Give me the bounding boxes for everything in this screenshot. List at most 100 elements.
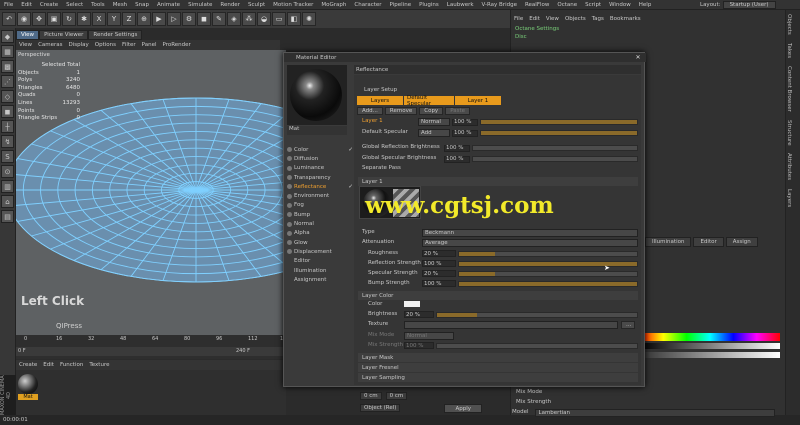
side-tab-objects[interactable]: Objects xyxy=(786,10,792,39)
floor-icon[interactable]: ▭ xyxy=(272,12,286,26)
channel-displacement[interactable]: Displacement xyxy=(287,247,353,256)
obj-menu-edit[interactable]: Edit xyxy=(526,16,543,22)
channel-assignment[interactable]: Assignment xyxy=(287,275,353,284)
side-tab-content-browser[interactable]: Content Browser xyxy=(786,62,792,116)
mm-menu-edit[interactable]: Edit xyxy=(40,362,57,368)
tab-picture-viewer[interactable]: Picture Viewer xyxy=(39,30,89,40)
array-icon[interactable]: ⁂ xyxy=(242,12,256,26)
layer-mask-section[interactable]: Layer Mask xyxy=(358,353,638,362)
viewport-menu-panel[interactable]: Panel xyxy=(139,42,160,48)
menu-select[interactable]: Select xyxy=(62,2,87,8)
default-specular-strength-field[interactable]: 100 % xyxy=(452,129,478,137)
obj-menu-tags[interactable]: Tags xyxy=(589,16,607,22)
camera-icon[interactable]: ◧ xyxy=(287,12,301,26)
viewport-menu-options[interactable]: Options xyxy=(92,42,119,48)
layer-color-section-header[interactable]: Layer Color xyxy=(358,291,638,300)
tab-assign[interactable]: Assign xyxy=(725,237,758,247)
polygons-mode-icon[interactable]: ◼ xyxy=(1,105,14,118)
global-reflection-brightness-field[interactable]: 100 % xyxy=(444,144,470,152)
render-view-icon[interactable]: ▶ xyxy=(152,12,166,26)
bump-strength-field[interactable]: 100 % xyxy=(422,280,456,287)
material-label[interactable]: Mat xyxy=(18,394,38,400)
layer-1-name[interactable]: Layer 1 xyxy=(362,118,383,124)
tab-render-settings[interactable]: Render Settings xyxy=(88,30,143,40)
render-settings-icon[interactable]: ⚙ xyxy=(182,12,196,26)
material-editor-title[interactable]: Material Editor xyxy=(284,53,646,62)
menu-simulate[interactable]: Simulate xyxy=(184,2,216,8)
bump-strength-slider[interactable] xyxy=(458,280,638,287)
material-name-field[interactable]: Mat xyxy=(287,126,347,135)
menu-laubwerk[interactable]: Laubwerk xyxy=(443,2,478,8)
live-selection-icon[interactable]: ◉ xyxy=(17,12,31,26)
menu-script[interactable]: Script xyxy=(581,2,605,8)
type-dropdown[interactable]: Beckmann xyxy=(422,229,638,237)
side-tab-structure[interactable]: Structure xyxy=(786,116,792,150)
obj-menu-objects[interactable]: Objects xyxy=(562,16,589,22)
menu-window[interactable]: Window xyxy=(605,2,635,8)
hue-slider[interactable] xyxy=(640,333,780,341)
tab-default-specular[interactable]: Default Specular xyxy=(404,95,454,107)
channel-luminance[interactable]: Luminance xyxy=(287,164,353,173)
side-tab-layers[interactable]: Layers xyxy=(786,185,792,211)
tab-layer-1[interactable]: Layer 1 xyxy=(455,96,501,105)
side-tab-takes[interactable]: Takes xyxy=(786,39,792,62)
tab-illumination[interactable]: Illumination xyxy=(645,237,692,247)
menu-mesh[interactable]: Mesh xyxy=(109,2,131,8)
undo-icon[interactable]: ↶ xyxy=(2,12,16,26)
global-specular-brightness-field[interactable]: 100 % xyxy=(444,155,470,163)
brightness-slider[interactable] xyxy=(436,311,638,318)
global-specular-brightness-slider[interactable] xyxy=(472,156,638,162)
menu-motion-tracker[interactable]: Motion Tracker xyxy=(269,2,317,8)
layer-fresnel-section[interactable]: Layer Fresnel xyxy=(358,363,638,372)
snap-icon[interactable]: ⊙ xyxy=(1,165,14,178)
viewport-menu-view[interactable]: View xyxy=(16,42,35,48)
mix-strength-slider[interactable] xyxy=(436,342,638,349)
roughness-field[interactable]: 20 % xyxy=(422,250,456,257)
channel-glow[interactable]: Glow xyxy=(287,238,353,247)
channel-checkbox[interactable]: ✓ xyxy=(348,147,353,153)
enable-axis-icon[interactable]: ┼ xyxy=(1,120,14,133)
y-axis-button[interactable]: Y xyxy=(107,12,121,26)
remove-layer-button[interactable]: Remove xyxy=(384,107,418,115)
layer-1-strength-slider[interactable] xyxy=(480,119,638,125)
copy-layer-button[interactable]: Copy xyxy=(419,107,444,115)
texture-browse-button[interactable]: … xyxy=(621,321,635,329)
menu-create[interactable]: Create xyxy=(36,2,62,8)
perspective-viewport[interactable]: Perspective Selected Total Objects 1 Polys… xyxy=(16,50,286,335)
tab-layers[interactable]: Layers xyxy=(357,96,403,105)
obj-menu-bookmarks[interactable]: Bookmarks xyxy=(607,16,644,22)
texture-field[interactable] xyxy=(404,321,618,329)
menu-animate[interactable]: Animate xyxy=(153,2,184,8)
channel-fog[interactable]: Fog xyxy=(287,201,353,210)
timeline-ruler[interactable]: 0163248648096112128 xyxy=(16,335,290,345)
coord-mode-dropdown[interactable]: Object (Rel) xyxy=(360,404,401,412)
reflection-strength-field[interactable]: 100 % xyxy=(422,260,456,267)
obj-menu-view[interactable]: View xyxy=(543,16,562,22)
deformer-icon[interactable]: ◒ xyxy=(257,12,271,26)
color-swatch[interactable] xyxy=(404,301,420,307)
move-icon[interactable]: ✥ xyxy=(32,12,46,26)
roughness-slider[interactable] xyxy=(458,250,638,257)
z-axis-button[interactable]: Z xyxy=(122,12,136,26)
mm-menu-texture[interactable]: Texture xyxy=(86,362,112,368)
mm-menu-function[interactable]: Function xyxy=(57,362,86,368)
coord-x-field[interactable]: 0 cm xyxy=(360,392,382,400)
attenuation-dropdown[interactable]: Average xyxy=(422,239,638,247)
viewport-menu-prorender[interactable]: ProRender xyxy=(160,42,194,48)
menu-file[interactable]: File xyxy=(0,2,17,8)
render-picture-viewer-icon[interactable]: ▷ xyxy=(167,12,181,26)
layer-1-mode-dropdown[interactable]: Normal xyxy=(418,118,450,126)
channel-environment[interactable]: Environment xyxy=(287,191,353,200)
channel-editor[interactable]: Editor xyxy=(287,257,353,266)
channel-reflectance[interactable]: Reflectance ✓ xyxy=(287,182,353,191)
viewport-menu-display[interactable]: Display xyxy=(66,42,92,48)
rotate-icon[interactable]: ↻ xyxy=(62,12,76,26)
global-reflection-brightness-slider[interactable] xyxy=(472,145,638,151)
light-icon[interactable]: ✺ xyxy=(302,12,316,26)
tweak-mode-icon[interactable]: ↯ xyxy=(1,135,14,148)
menu-render[interactable]: Render xyxy=(216,2,244,8)
model-dropdown[interactable]: Lambertian xyxy=(534,409,775,417)
object-octane-settings[interactable]: Octane Settings xyxy=(515,26,559,32)
texture-mode-icon[interactable]: ▩ xyxy=(1,60,14,73)
channel-color[interactable]: Color ✓ xyxy=(287,145,353,154)
